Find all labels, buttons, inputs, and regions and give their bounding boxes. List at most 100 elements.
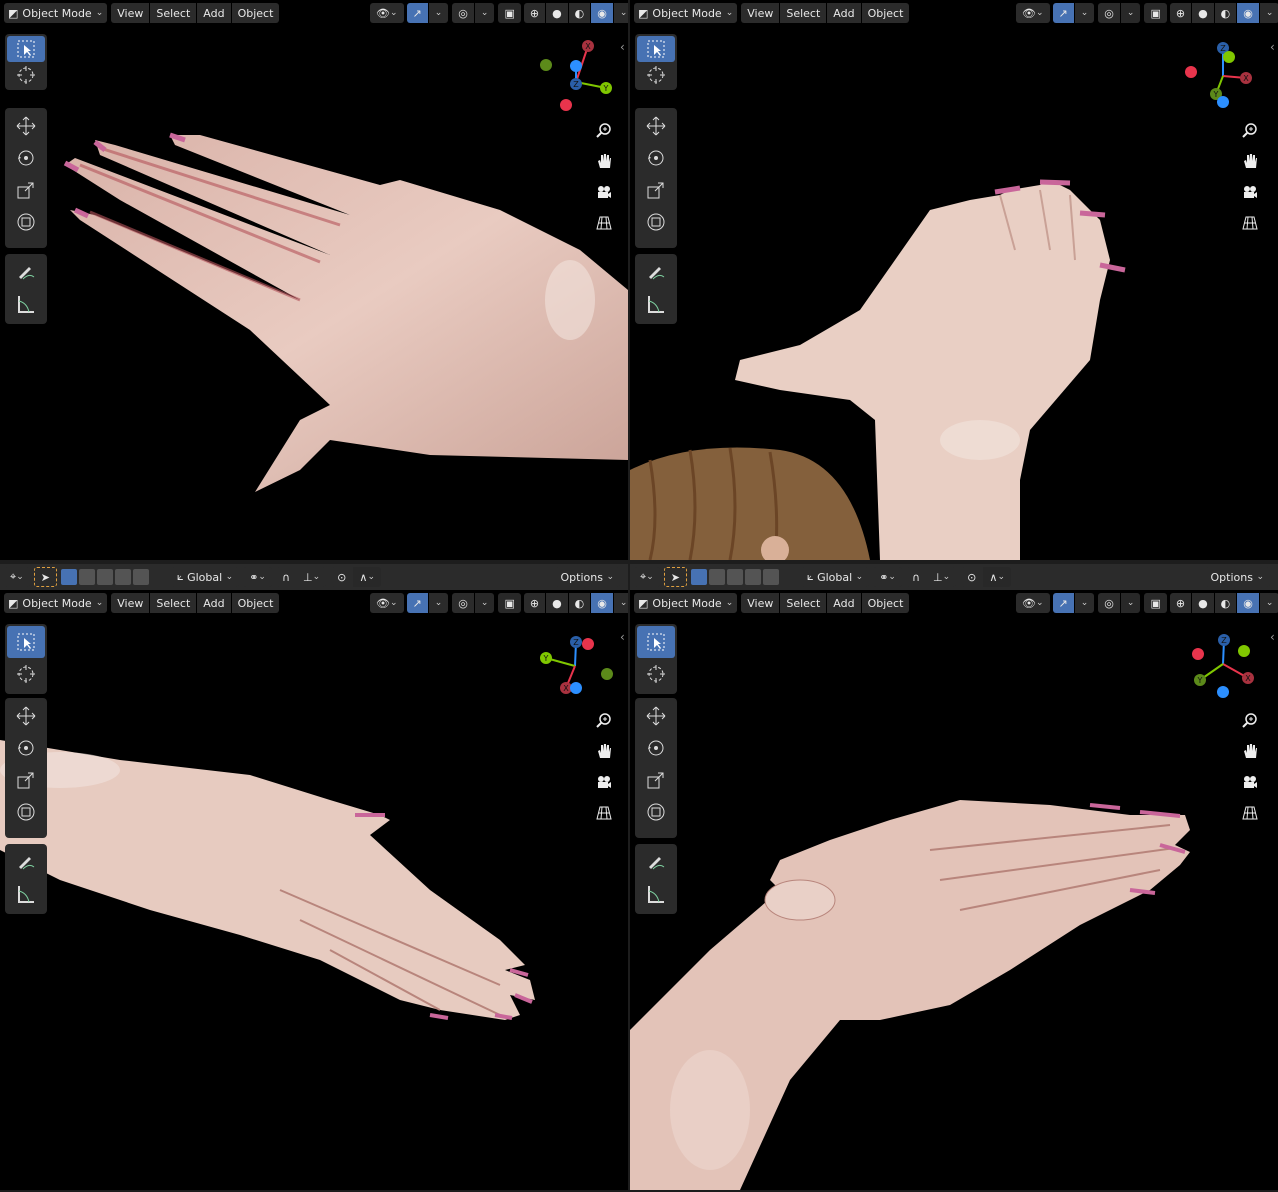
shading-wireframe[interactable]: ⊕ xyxy=(523,3,546,23)
xray-toggle[interactable]: ▣ xyxy=(498,3,521,23)
shading-dropdown[interactable]: ⌄ xyxy=(613,3,628,23)
mode-invert-icon[interactable] xyxy=(744,569,761,585)
object-mode-dropdown[interactable]: ◩ Object Mode ⌄ xyxy=(4,593,108,613)
pan-button[interactable] xyxy=(1237,738,1263,764)
options-dropdown[interactable]: Options ⌄ xyxy=(1204,567,1270,587)
menu-select[interactable]: Select xyxy=(780,593,827,613)
tool-transform[interactable] xyxy=(7,206,45,238)
falloff-dropdown[interactable]: ∧ ⌄ xyxy=(353,567,381,587)
perspective-toggle[interactable] xyxy=(1237,800,1263,826)
shading-material[interactable]: ◐ xyxy=(568,3,591,23)
overlay-toggle[interactable]: ◎ xyxy=(452,593,474,613)
tool-select-box[interactable] xyxy=(637,36,675,62)
tool-annotate[interactable] xyxy=(637,846,675,878)
menu-object[interactable]: Object xyxy=(231,593,280,613)
tool-cursor[interactable] xyxy=(637,658,675,690)
tool-select-box[interactable] xyxy=(7,36,45,62)
mode-invert-icon[interactable] xyxy=(114,569,131,585)
viewport-bottom-right[interactable]: ◩ Object Mode ⌄ View Select Add Object 👁… xyxy=(630,590,1278,1190)
tool-select-box[interactable] xyxy=(637,626,675,658)
visibility-dropdown[interactable]: 👁 ⌄ xyxy=(370,593,404,613)
tool-annotate[interactable] xyxy=(7,256,45,288)
camera-button[interactable] xyxy=(591,179,617,205)
menu-object[interactable]: Object xyxy=(231,3,280,23)
navigation-gizmo[interactable]: Z X Y xyxy=(1178,626,1268,716)
xray-toggle[interactable]: ▣ xyxy=(498,593,521,613)
shading-dropdown[interactable]: ⌄ xyxy=(1259,3,1278,23)
object-mode-dropdown[interactable]: ◩ Object Mode ⌄ xyxy=(634,3,738,23)
tool-rotate[interactable] xyxy=(7,732,45,764)
pan-button[interactable] xyxy=(591,738,617,764)
tool-move[interactable] xyxy=(7,700,45,732)
menu-view[interactable]: View xyxy=(741,3,780,23)
pivot-dropdown[interactable]: ⚭ ⌄ xyxy=(873,567,902,587)
shading-rendered[interactable]: ◉ xyxy=(591,3,613,23)
viewport-top-right[interactable]: ◩ Object Mode ⌄ View Select Add Object 👁… xyxy=(630,0,1278,560)
visibility-dropdown[interactable]: 👁 ⌄ xyxy=(1016,3,1050,23)
menu-object[interactable]: Object xyxy=(861,593,910,613)
zoom-button[interactable] xyxy=(591,117,617,143)
visibility-dropdown[interactable]: 👁 ⌄ xyxy=(370,3,404,23)
mode-extend-icon[interactable] xyxy=(708,569,725,585)
snap-dropdown[interactable]: ⊥ ⌄ xyxy=(297,567,327,587)
shading-solid[interactable]: ● xyxy=(546,3,568,23)
gizmo-dropdown[interactable]: ⌄ xyxy=(1074,593,1095,613)
area-divider-vertical[interactable] xyxy=(628,0,630,1192)
tool-transform[interactable] xyxy=(637,796,675,828)
overlay-toggle[interactable]: ◎ xyxy=(1098,593,1120,613)
tool-move[interactable] xyxy=(7,110,45,142)
gizmo-toggle[interactable]: ↗ xyxy=(406,593,428,613)
perspective-toggle[interactable] xyxy=(591,210,617,236)
shading-solid[interactable]: ● xyxy=(546,593,568,613)
menu-view[interactable]: View xyxy=(111,593,150,613)
mode-extend-icon[interactable] xyxy=(78,569,95,585)
tool-transform[interactable] xyxy=(7,796,45,828)
tool-measure[interactable] xyxy=(637,288,675,320)
snap-toggle[interactable]: ∩ xyxy=(905,567,927,587)
overlay-dropdown[interactable]: ⌄ xyxy=(1120,3,1141,23)
mode-set-icon[interactable] xyxy=(690,569,707,585)
zoom-button[interactable] xyxy=(1237,707,1263,733)
pan-button[interactable] xyxy=(591,148,617,174)
falloff-dropdown[interactable]: ∧ ⌄ xyxy=(983,567,1011,587)
tool-scale[interactable] xyxy=(637,764,675,796)
shading-rendered[interactable]: ◉ xyxy=(591,593,613,613)
shading-material[interactable]: ◐ xyxy=(1214,593,1237,613)
viewport-top-left[interactable]: ◩ Object Mode ⌄ View Select Add Object 👁… xyxy=(0,0,628,560)
gizmo-dropdown[interactable]: ⌄ xyxy=(1074,3,1095,23)
proportional-edit-toggle[interactable]: ⊙ xyxy=(331,567,353,587)
menu-object[interactable]: Object xyxy=(861,3,910,23)
sidebar-toggle[interactable]: ‹ xyxy=(620,40,625,54)
tool-move[interactable] xyxy=(637,700,675,732)
tool-rotate[interactable] xyxy=(637,142,675,174)
gizmo-toggle[interactable]: ↗ xyxy=(1052,3,1074,23)
tool-annotate[interactable] xyxy=(7,846,45,878)
menu-add[interactable]: Add xyxy=(197,593,231,613)
mode-intersect-icon[interactable] xyxy=(132,569,149,585)
tool-measure[interactable] xyxy=(7,878,45,910)
pan-button[interactable] xyxy=(1237,148,1263,174)
overlay-toggle[interactable]: ◎ xyxy=(452,3,474,23)
navigation-gizmo[interactable]: X Y Z xyxy=(530,36,620,126)
shading-solid[interactable]: ● xyxy=(1192,593,1214,613)
perspective-toggle[interactable] xyxy=(591,800,617,826)
camera-button[interactable] xyxy=(1237,179,1263,205)
editor-type-dropdown[interactable]: ⌖ ⌄ xyxy=(4,567,30,587)
shading-wireframe[interactable]: ⊕ xyxy=(1169,593,1192,613)
overlay-toggle[interactable]: ◎ xyxy=(1098,3,1120,23)
gizmo-dropdown[interactable]: ⌄ xyxy=(428,593,449,613)
mode-subtract-icon[interactable] xyxy=(726,569,743,585)
menu-view[interactable]: View xyxy=(741,593,780,613)
shading-wireframe[interactable]: ⊕ xyxy=(523,593,546,613)
options-dropdown[interactable]: Options ⌄ xyxy=(554,567,620,587)
viewport-bottom-left[interactable]: ◩ Object Mode ⌄ View Select Add Object 👁… xyxy=(0,590,628,1190)
sidebar-toggle[interactable]: ‹ xyxy=(1270,40,1275,54)
visibility-dropdown[interactable]: 👁 ⌄ xyxy=(1016,593,1050,613)
proportional-edit-toggle[interactable]: ⊙ xyxy=(961,567,983,587)
shading-dropdown[interactable]: ⌄ xyxy=(613,593,628,613)
menu-add[interactable]: Add xyxy=(827,3,861,23)
tool-cursor[interactable] xyxy=(7,658,45,690)
orientation-dropdown[interactable]: ⟀ Global ⌄ xyxy=(170,567,240,587)
camera-button[interactable] xyxy=(591,769,617,795)
gizmo-toggle[interactable]: ↗ xyxy=(406,3,428,23)
